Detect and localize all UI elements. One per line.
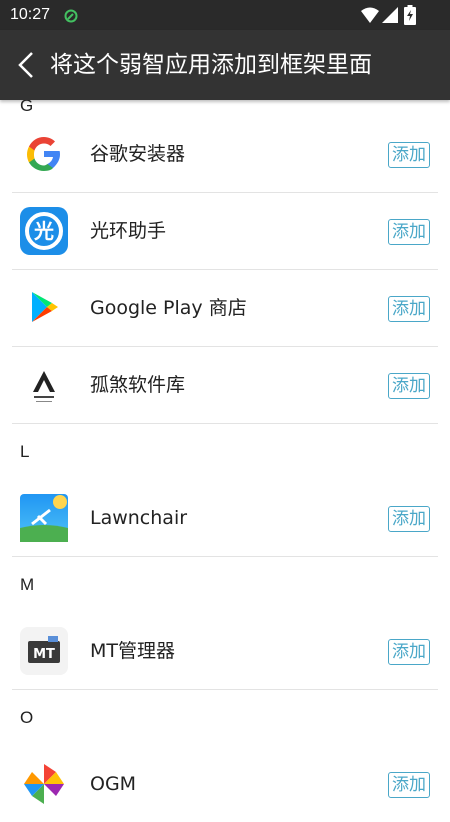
section-header-g: G (20, 100, 34, 115)
app-name: Google Play 商店 (90, 297, 247, 319)
google-play-icon (20, 284, 68, 332)
section-header-o: O (20, 708, 34, 727)
add-button-label: 添加 (392, 299, 426, 319)
add-button-label: 添加 (392, 145, 426, 165)
add-button[interactable]: 添加 (388, 296, 430, 322)
list-item[interactable]: 孤煞软件库 添加 (12, 347, 438, 424)
add-button-label: 添加 (392, 509, 426, 529)
add-button[interactable]: 添加 (388, 373, 430, 399)
svg-text:光: 光 (33, 219, 54, 243)
page-title: 将这个弱智应用添加到框架里面 (50, 52, 372, 78)
status-time: 10:27 (10, 6, 51, 23)
leaf-icon (64, 8, 78, 23)
add-button-label: 添加 (392, 376, 426, 396)
app-name: 光环助手 (90, 220, 167, 242)
list-item[interactable]: 谷歌安装器 添加 (12, 116, 438, 193)
gusha-library-icon (20, 361, 68, 409)
status-bar: 10:27 (0, 0, 450, 30)
app-name: Lawnchair (90, 507, 188, 529)
battery-icon (404, 5, 416, 25)
signal-icon (381, 6, 399, 24)
google-icon (20, 130, 68, 178)
add-button[interactable]: 添加 (388, 142, 430, 168)
section-header-m: M (20, 575, 35, 594)
add-button[interactable]: 添加 (388, 639, 430, 665)
app-bar: 将这个弱智应用添加到框架里面 (0, 30, 450, 100)
ogm-icon (20, 760, 68, 808)
mt-manager-icon: MT (20, 627, 68, 675)
add-button-label: 添加 (392, 222, 426, 242)
add-button-label: 添加 (392, 642, 426, 662)
app-name: OGM (90, 773, 137, 795)
list-item[interactable]: Lawnchair 添加 (12, 480, 438, 557)
app-name: 谷歌安装器 (90, 143, 186, 165)
app-name: MT管理器 (90, 640, 175, 662)
list-item[interactable]: 光 光环助手 添加 (12, 193, 438, 270)
back-button[interactable] (14, 50, 40, 80)
add-button[interactable]: 添加 (388, 219, 430, 245)
chevron-left-icon (18, 52, 33, 78)
add-button[interactable]: 添加 (388, 772, 430, 798)
list-item[interactable]: OGM 添加 (12, 746, 438, 822)
section-header-l: L (20, 442, 30, 461)
wifi-icon (360, 6, 380, 24)
list-item[interactable]: Google Play 商店 添加 (12, 270, 438, 347)
add-button-label: 添加 (392, 775, 426, 795)
add-button[interactable]: 添加 (388, 506, 430, 532)
guanghuan-icon: 光 (20, 207, 68, 255)
svg-text:MT: MT (33, 647, 55, 662)
app-list[interactable]: G 谷歌安装器 添加 光 光环助手 添加 Google Play 商店 添加 孤… (0, 100, 450, 822)
list-item[interactable]: MT MT管理器 添加 (12, 613, 438, 690)
lawnchair-icon (20, 494, 68, 542)
app-name: 孤煞软件库 (90, 374, 186, 396)
